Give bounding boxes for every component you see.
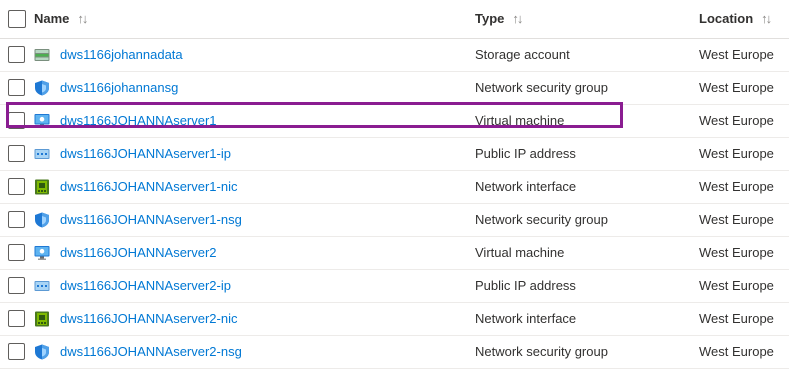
table-row[interactable]: dws1166JOHANNAserver1-nic Network interfa… [0, 171, 789, 204]
virtual-machine-icon [34, 113, 50, 129]
network-interface-icon [34, 179, 50, 195]
row-checkbox[interactable] [8, 343, 25, 360]
table-row[interactable]: dws1166JOHANNAserver2 Virtual machine West… [0, 237, 789, 270]
sort-icon[interactable]: ↑↓ [761, 11, 772, 26]
table-row[interactable]: dws1166JOHANNAserver1 Virtual machine West… [0, 105, 789, 138]
row-checkbox[interactable] [8, 211, 25, 228]
resource-type: Public IP address [475, 146, 576, 161]
row-checkbox[interactable] [8, 310, 25, 327]
row-checkbox[interactable] [8, 178, 25, 195]
resource-location: West Europe [699, 278, 774, 293]
resource-type: Network security group [475, 212, 608, 227]
public-ip-icon [34, 278, 50, 294]
storage-account-icon [34, 47, 50, 63]
network-interface-icon [34, 311, 50, 327]
resource-name-link[interactable]: dws1166JOHANNAserver1-nic [60, 179, 238, 194]
resource-location: West Europe [699, 344, 774, 359]
resource-name-link[interactable]: dws1166JOHANNAserver2-nsg [60, 344, 242, 359]
column-header-type-label: Type [475, 11, 505, 26]
column-header-type[interactable]: Type ↑↓ [475, 11, 523, 26]
public-ip-icon [34, 146, 50, 162]
resource-type: Network interface [475, 311, 577, 326]
sort-icon[interactable]: ↑↓ [512, 11, 523, 26]
table-header: Name ↑↓ Type ↑↓ Location ↑↓ [0, 0, 789, 39]
select-all-checkbox[interactable] [8, 10, 26, 28]
row-checkbox[interactable] [8, 112, 25, 129]
resource-location: West Europe [699, 311, 774, 326]
row-checkbox[interactable] [8, 46, 25, 63]
resource-name-link[interactable]: dws1166JOHANNAserver1 [60, 113, 217, 128]
resource-name-link[interactable]: dws1166johannansg [60, 80, 178, 95]
table-row[interactable]: dws1166JOHANNAserver2-nic Network interfa… [0, 303, 789, 336]
table-row[interactable]: dws1166johannadata Storage account West Eu… [0, 39, 789, 72]
resource-type: Virtual machine [475, 113, 565, 128]
row-checkbox[interactable] [8, 145, 25, 162]
resource-type: Public IP address [475, 278, 576, 293]
resource-type: Network security group [475, 344, 608, 359]
virtual-machine-icon [34, 245, 50, 261]
row-checkbox[interactable] [8, 79, 25, 96]
table-row[interactable]: dws1166JOHANNAserver1-ip Public IP addres… [0, 138, 789, 171]
resource-name-link[interactable]: dws1166JOHANNAserver1-ip [60, 146, 231, 161]
resource-location: West Europe [699, 245, 774, 260]
resource-name-link[interactable]: dws1166JOHANNAserver2-nic [60, 311, 238, 326]
resource-name-link[interactable]: dws1166johannadata [60, 47, 183, 62]
resource-location: West Europe [699, 47, 774, 62]
resource-location: West Europe [699, 146, 774, 161]
resource-location: West Europe [699, 179, 774, 194]
table-body: dws1166johannadata Storage account West Eu… [0, 39, 789, 369]
resource-location: West Europe [699, 212, 774, 227]
column-header-name-label: Name [34, 11, 70, 26]
table-row[interactable]: dws1166JOHANNAserver2-nsg Network securit… [0, 336, 789, 369]
resource-location: West Europe [699, 113, 774, 128]
row-checkbox[interactable] [8, 277, 25, 294]
column-header-location[interactable]: Location ↑↓ [699, 11, 772, 26]
column-header-location-label: Location [699, 11, 754, 26]
resource-type: Virtual machine [475, 245, 565, 260]
resource-type: Network security group [475, 80, 608, 95]
network-security-group-icon [34, 212, 50, 228]
table-row[interactable]: dws1166johannansg Network security group W… [0, 72, 789, 105]
resource-name-link[interactable]: dws1166JOHANNAserver2-ip [60, 278, 231, 293]
resource-name-link[interactable]: dws1166JOHANNAserver1-nsg [60, 212, 242, 227]
resource-type: Network interface [475, 179, 577, 194]
row-checkbox[interactable] [8, 244, 25, 261]
resources-table: Name ↑↓ Type ↑↓ Location ↑↓ dws1166johannad… [0, 0, 789, 369]
table-row[interactable]: dws1166JOHANNAserver2-ip Public IP addres… [0, 270, 789, 303]
resource-name-link[interactable]: dws1166JOHANNAserver2 [60, 245, 217, 260]
sort-icon[interactable]: ↑↓ [77, 11, 88, 26]
network-security-group-icon [34, 80, 50, 96]
resource-type: Storage account [475, 47, 570, 62]
column-header-name[interactable]: Name ↑↓ [34, 11, 88, 26]
network-security-group-icon [34, 344, 50, 360]
resource-location: West Europe [699, 80, 774, 95]
table-row[interactable]: dws1166JOHANNAserver1-nsg Network securit… [0, 204, 789, 237]
